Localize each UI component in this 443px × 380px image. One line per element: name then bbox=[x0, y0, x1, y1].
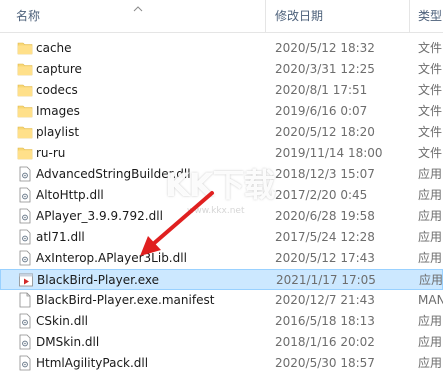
file-name: HtmlAgilityPack.dll bbox=[36, 356, 149, 370]
file-modified-date: 2016/5/18 18:13 bbox=[275, 314, 375, 328]
file-row[interactable]: DMSkin.dll 2018/1/16 20:02 应用 bbox=[0, 332, 443, 353]
file-type: 应用 bbox=[419, 273, 443, 287]
file-name: Images bbox=[36, 104, 80, 118]
file-row[interactable]: Images 2019/6/16 0:07 文件 bbox=[0, 101, 443, 122]
file-name: CSkin.dll bbox=[36, 314, 88, 328]
dll-file-icon bbox=[17, 187, 33, 203]
dll-file-icon bbox=[17, 313, 33, 329]
file-modified-date: 2020/5/12 17:43 bbox=[275, 251, 375, 265]
file-type: 应用 bbox=[418, 356, 443, 370]
column-header-date[interactable]: 修改日期 bbox=[275, 0, 323, 32]
folder-icon bbox=[17, 103, 33, 119]
file-type: 文件 bbox=[418, 125, 443, 139]
file-name: BlackBird-Player.exe.manifest bbox=[36, 293, 215, 307]
file-modified-date: 2020/6/28 19:58 bbox=[275, 209, 375, 223]
folder-icon bbox=[17, 61, 33, 77]
file-name: capture bbox=[36, 62, 82, 76]
file-row[interactable]: playlist 2020/5/12 18:20 文件 bbox=[0, 122, 443, 143]
file-row[interactable]: capture 2020/3/31 12:25 文件 bbox=[0, 59, 443, 80]
file-type: 文件 bbox=[418, 41, 443, 55]
exe-app-icon bbox=[18, 272, 34, 288]
folder-icon bbox=[17, 40, 33, 56]
file-name: BlackBird-Player.exe bbox=[37, 273, 160, 287]
file-name: atl71.dll bbox=[36, 230, 85, 244]
file-modified-date: 2020/5/12 18:20 bbox=[275, 125, 375, 139]
file-name: AltoHttp.dll bbox=[36, 188, 104, 202]
file-modified-date: 2018/1/16 20:02 bbox=[275, 335, 375, 349]
file-type: 应用 bbox=[418, 188, 443, 202]
file-name: ru-ru bbox=[36, 146, 66, 160]
file-row[interactable]: HtmlAgilityPack.dll 2020/5/30 18:57 应用 bbox=[0, 353, 443, 374]
file-row[interactable]: CSkin.dll 2016/5/18 18:13 应用 bbox=[0, 311, 443, 332]
file-name: APlayer_3.9.9.792.dll bbox=[36, 209, 163, 223]
file-type: MAN bbox=[418, 293, 443, 307]
file-name: AdvancedStringBuilder.dll bbox=[36, 167, 191, 181]
file-modified-date: 2020/5/30 18:57 bbox=[275, 356, 375, 370]
dll-file-icon bbox=[17, 250, 33, 266]
file-name: cache bbox=[36, 41, 72, 55]
folder-icon bbox=[17, 82, 33, 98]
file-type: 应用 bbox=[418, 209, 443, 223]
file-type: 文件 bbox=[418, 62, 443, 76]
file-modified-date: 2018/12/3 15:07 bbox=[275, 167, 375, 181]
file-name: DMSkin.dll bbox=[36, 335, 100, 349]
dll-file-icon bbox=[17, 334, 33, 350]
file-row[interactable]: BlackBird-Player.exe.manifest 2020/12/7 2… bbox=[0, 290, 443, 311]
file-name: codecs bbox=[36, 83, 78, 97]
file-modified-date: 2020/12/7 21:43 bbox=[275, 293, 375, 307]
file-row[interactable]: AxInterop.APlayer3Lib.dll 2020/5/12 17:43… bbox=[0, 248, 443, 269]
blank-file-icon bbox=[17, 292, 33, 308]
file-modified-date: 2021/1/17 17:05 bbox=[276, 273, 376, 287]
dll-file-icon bbox=[17, 166, 33, 182]
folder-icon bbox=[17, 145, 33, 161]
file-type: 文件 bbox=[418, 146, 443, 160]
file-type: 应用 bbox=[418, 251, 443, 265]
file-modified-date: 2019/6/16 0:07 bbox=[275, 104, 368, 118]
file-modified-date: 2020/3/31 12:25 bbox=[275, 62, 375, 76]
file-list: cache 2020/5/12 18:32 文件 capture 2020/3/31 1… bbox=[0, 38, 443, 374]
column-header-bar: 名称 修改日期 类型 bbox=[0, 0, 443, 33]
column-divider[interactable] bbox=[265, 0, 266, 32]
folder-icon bbox=[17, 124, 33, 140]
file-name: AxInterop.APlayer3Lib.dll bbox=[36, 251, 187, 265]
file-row[interactable]: BlackBird-Player.exe 2021/1/17 17:05 应用 bbox=[0, 269, 443, 290]
file-type: 文件 bbox=[418, 104, 443, 118]
dll-file-icon bbox=[17, 355, 33, 371]
file-row[interactable]: cache 2020/5/12 18:32 文件 bbox=[0, 38, 443, 59]
dll-file-icon bbox=[17, 229, 33, 245]
column-divider[interactable] bbox=[409, 0, 410, 32]
file-type: 应用 bbox=[418, 335, 443, 349]
file-row[interactable]: AdvancedStringBuilder.dll 2018/12/3 15:07… bbox=[0, 164, 443, 185]
file-row[interactable]: atl71.dll 2017/5/24 12:28 应用 bbox=[0, 227, 443, 248]
file-modified-date: 2017/5/24 12:28 bbox=[275, 230, 375, 244]
column-header-name[interactable]: 名称 bbox=[16, 0, 40, 32]
column-header-type[interactable]: 类型 bbox=[418, 0, 442, 32]
file-modified-date: 2017/2/20 0:45 bbox=[275, 188, 368, 202]
dll-file-icon bbox=[17, 208, 33, 224]
file-row[interactable]: ru-ru 2019/11/14 18:00 文件 bbox=[0, 143, 443, 164]
file-modified-date: 2020/5/12 18:32 bbox=[275, 41, 375, 55]
file-name: playlist bbox=[36, 125, 80, 139]
file-type: 应用 bbox=[418, 314, 443, 328]
file-type: 应用 bbox=[418, 230, 443, 244]
file-type: 应用 bbox=[418, 167, 443, 181]
sort-ascending-icon[interactable] bbox=[133, 2, 143, 12]
file-row[interactable]: AltoHttp.dll 2017/2/20 0:45 应用 bbox=[0, 185, 443, 206]
file-row[interactable]: APlayer_3.9.9.792.dll 2020/6/28 19:58 应用 bbox=[0, 206, 443, 227]
file-type: 文件 bbox=[418, 83, 443, 97]
file-modified-date: 2020/8/1 17:51 bbox=[275, 83, 368, 97]
file-modified-date: 2019/11/14 18:00 bbox=[275, 146, 383, 160]
file-row[interactable]: codecs 2020/8/1 17:51 文件 bbox=[0, 80, 443, 101]
